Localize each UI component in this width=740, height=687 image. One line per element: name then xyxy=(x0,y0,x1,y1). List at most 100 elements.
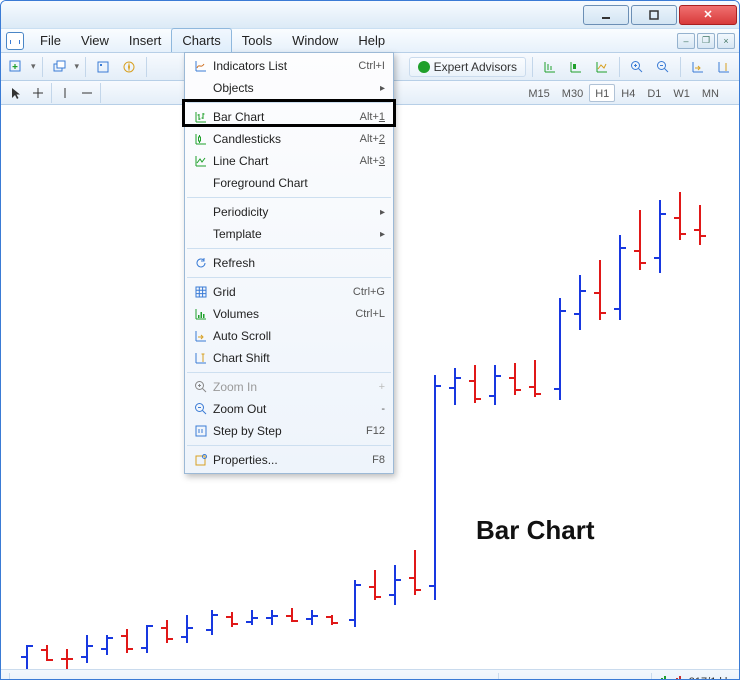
menu-tools[interactable]: Tools xyxy=(232,29,282,53)
menu-hotkey: Ctrl+L xyxy=(337,308,385,320)
autoscroll-icon xyxy=(691,60,705,74)
volumes-icon xyxy=(189,307,213,321)
statusbar: 317/1 kb xyxy=(1,669,739,680)
zoom-in-icon xyxy=(189,380,213,394)
menu-item[interactable]: Zoom Out- xyxy=(185,398,393,420)
profiles-button[interactable] xyxy=(49,57,71,77)
menu-item-label: Foreground Chart xyxy=(213,176,337,190)
expert-advisors-button[interactable]: Expert Advisors xyxy=(409,57,526,77)
child-minimize-button[interactable]: – xyxy=(677,33,695,49)
tf-m30[interactable]: M30 xyxy=(556,84,589,102)
zoom-in-button[interactable] xyxy=(626,57,648,77)
menu-item[interactable]: Periodicity xyxy=(185,201,393,223)
line-chart-icon xyxy=(595,60,609,74)
menu-item[interactable]: Line ChartAlt+3 xyxy=(185,150,393,172)
tf-w1[interactable]: W1 xyxy=(667,84,696,102)
autoscroll-toggle[interactable] xyxy=(687,57,709,77)
tf-mn[interactable]: MN xyxy=(696,84,725,102)
menu-item-label: Chart Shift xyxy=(213,351,337,365)
tf-m15[interactable]: M15 xyxy=(522,84,555,102)
navigator-button[interactable] xyxy=(118,57,140,77)
menu-separator xyxy=(187,197,391,198)
chartshift-toggle[interactable] xyxy=(713,57,735,77)
menu-hotkey: - xyxy=(337,403,385,415)
menu-file[interactable]: File xyxy=(30,29,71,53)
minimize-button[interactable] xyxy=(583,5,629,25)
menu-hotkey: Alt+3 xyxy=(337,155,385,167)
menu-item[interactable]: VolumesCtrl+L xyxy=(185,303,393,325)
menu-hotkey: Alt+1 xyxy=(337,111,385,123)
menu-item[interactable]: Step by StepF12 xyxy=(185,420,393,442)
step-icon xyxy=(189,424,213,438)
menu-separator xyxy=(187,372,391,373)
menu-item-label: Candlesticks xyxy=(213,132,337,146)
menu-item[interactable]: Refresh xyxy=(185,252,393,274)
maximize-button[interactable] xyxy=(631,5,677,25)
menu-help[interactable]: Help xyxy=(348,29,395,53)
child-close-button[interactable]: × xyxy=(717,33,735,49)
menu-window[interactable]: Window xyxy=(282,29,348,53)
menu-hotkey: F12 xyxy=(337,425,385,437)
connection-text: 317/1 kb xyxy=(681,676,731,681)
app-window: ✕ File View Insert Charts Tools Window H… xyxy=(0,0,740,680)
bar-chart-button[interactable] xyxy=(539,57,561,77)
chartshift-icon xyxy=(717,60,731,74)
menu-item[interactable]: Properties...F8 xyxy=(185,449,393,471)
crosshair-tool[interactable] xyxy=(27,83,49,103)
bar-chart-icon xyxy=(543,60,557,74)
menu-item[interactable]: Objects xyxy=(185,77,393,99)
connection-status-icon xyxy=(652,676,681,681)
autoscroll-icon xyxy=(189,329,213,343)
menu-hotkey: Ctrl+G xyxy=(337,286,385,298)
menu-item-label: Template xyxy=(213,227,326,241)
compass-icon xyxy=(123,61,135,73)
menu-item[interactable]: GridCtrl+G xyxy=(185,281,393,303)
menu-item[interactable]: Auto Scroll xyxy=(185,325,393,347)
close-button[interactable]: ✕ xyxy=(679,5,737,25)
menu-item-label: Properties... xyxy=(213,453,337,467)
candle-chart-button[interactable] xyxy=(565,57,587,77)
zoom-out-icon xyxy=(189,402,213,416)
menu-item-label: Line Chart xyxy=(213,154,337,168)
market-watch-button[interactable] xyxy=(92,57,114,77)
menu-item-label: Periodicity xyxy=(213,205,326,219)
menu-view[interactable]: View xyxy=(71,29,119,53)
grid-icon xyxy=(189,285,213,299)
menu-item[interactable]: Foreground Chart xyxy=(185,172,393,194)
menu-item-label: Zoom Out xyxy=(213,402,337,416)
menu-item[interactable]: Template xyxy=(185,223,393,245)
menu-insert[interactable]: Insert xyxy=(119,29,172,53)
menu-item[interactable]: Chart Shift xyxy=(185,347,393,369)
profiles-icon xyxy=(53,60,67,74)
menu-charts[interactable]: Charts xyxy=(171,28,231,52)
menu-hotkey: Ctrl+I xyxy=(337,60,385,72)
menu-hotkey: F8 xyxy=(337,454,385,466)
tf-d1[interactable]: D1 xyxy=(641,84,667,102)
cursor-tool[interactable] xyxy=(5,83,27,103)
child-restore-button[interactable]: ❐ xyxy=(697,33,715,49)
menu-item[interactable]: Indicators ListCtrl+I xyxy=(185,55,393,77)
play-icon xyxy=(418,61,430,73)
indicators-icon xyxy=(189,59,213,73)
vline-tool[interactable] xyxy=(54,83,76,103)
zoom-in-icon xyxy=(630,60,644,74)
cursor-icon xyxy=(10,87,22,99)
new-chart-button[interactable] xyxy=(5,57,27,77)
menu-item[interactable]: Bar ChartAlt+1 xyxy=(185,106,393,128)
menu-item-label: Step by Step xyxy=(213,424,337,438)
hline-tool[interactable] xyxy=(76,83,98,103)
menu-item-label: Grid xyxy=(213,285,337,299)
menu-hotkey: + xyxy=(337,381,385,393)
zoom-out-button[interactable] xyxy=(652,57,674,77)
titlebar: ✕ xyxy=(1,1,739,29)
menu-item[interactable]: CandlesticksAlt+2 xyxy=(185,128,393,150)
tf-h4[interactable]: H4 xyxy=(615,84,641,102)
ea-label-text: Expert Advisors xyxy=(434,60,517,74)
menu-item-label: Auto Scroll xyxy=(213,329,337,343)
menubar: File View Insert Charts Tools Window Hel… xyxy=(1,29,739,53)
line-chart-button[interactable] xyxy=(591,57,613,77)
menu-separator xyxy=(187,277,391,278)
tf-h1[interactable]: H1 xyxy=(589,84,615,102)
app-icon xyxy=(6,32,24,50)
line-chart-icon xyxy=(189,154,213,168)
